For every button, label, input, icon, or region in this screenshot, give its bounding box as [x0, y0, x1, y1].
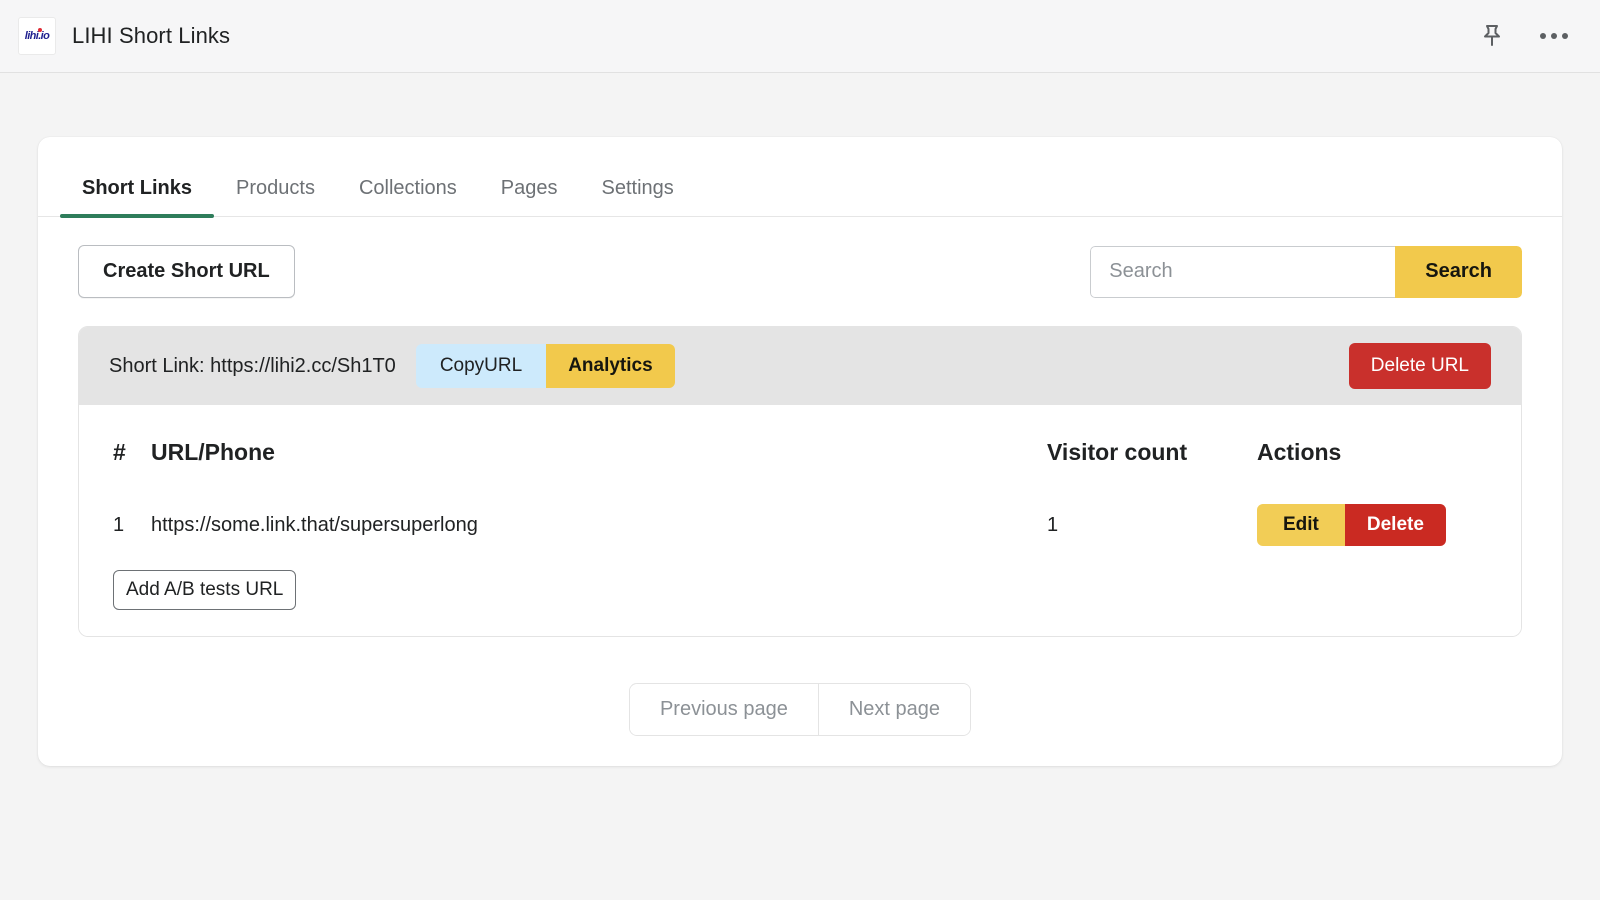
tab-settings[interactable]: Settings: [580, 177, 696, 216]
page-body: Short Links Products Collections Pages S…: [0, 73, 1600, 766]
tab-pages[interactable]: Pages: [479, 177, 580, 216]
short-link-actions: CopyURL Analytics: [415, 344, 675, 388]
edit-button[interactable]: Edit: [1257, 504, 1345, 546]
delete-button[interactable]: Delete: [1344, 504, 1446, 546]
header-url: URL/Phone: [151, 439, 275, 465]
url-table-body: 1 https://some.link.that/supersuperlong …: [113, 504, 1487, 570]
analytics-button[interactable]: Analytics: [546, 344, 675, 388]
dot: [1540, 33, 1546, 39]
pager-group: Previous page Next page: [628, 683, 972, 736]
url-table: # URL/Phone Visitor count Actions 1 http…: [113, 439, 1487, 570]
more-horizontal-icon[interactable]: [1538, 20, 1570, 52]
tab-products[interactable]: Products: [214, 177, 337, 216]
header-actions: Actions: [1257, 439, 1342, 465]
header-index: #: [113, 439, 126, 465]
search-group: Search: [1090, 245, 1522, 298]
pin-icon[interactable]: [1476, 20, 1508, 52]
more-dots: [1540, 33, 1568, 39]
dot: [1551, 33, 1557, 39]
cell-actions: Edit Delete: [1257, 504, 1487, 570]
search-button[interactable]: Search: [1395, 245, 1522, 298]
next-page-button[interactable]: Next page: [817, 684, 971, 735]
toolbar: Create Short URL Search: [38, 217, 1562, 298]
tab-short-links[interactable]: Short Links: [60, 177, 215, 218]
delete-url-button[interactable]: Delete URL: [1348, 343, 1491, 389]
dot: [1562, 33, 1568, 39]
app-bar-left: lihi.io LIHI Short Links: [18, 17, 230, 55]
previous-page-button[interactable]: Previous page: [629, 684, 818, 735]
tab-collections[interactable]: Collections: [337, 177, 479, 216]
page-title: LIHI Short Links: [72, 23, 231, 48]
add-ab-tests-url-button[interactable]: Add A/B tests URL: [113, 570, 297, 610]
header-visitor-count: Visitor count: [1047, 439, 1188, 465]
short-link-url-label: Short Link: https://lihi2.cc/Sh1T0: [109, 354, 396, 377]
short-link-block: Short Link: https://lihi2.cc/Sh1T0 CopyU…: [78, 326, 1522, 637]
search-input[interactable]: [1090, 245, 1396, 298]
main-card: Short Links Products Collections Pages S…: [38, 137, 1562, 766]
cell-index: 1: [113, 513, 125, 536]
row-action-group: Edit Delete: [1257, 504, 1446, 546]
table-header-row: # URL/Phone Visitor count Actions: [113, 439, 1487, 504]
app-bar: lihi.io LIHI Short Links: [0, 0, 1600, 73]
logo-accent-dot: [38, 27, 43, 32]
pagination: Previous page Next page: [38, 683, 1562, 736]
cell-visitor-count: 1: [1047, 513, 1059, 536]
short-link-header: Short Link: https://lihi2.cc/Sh1T0 CopyU…: [79, 327, 1521, 405]
copy-url-button[interactable]: CopyURL: [415, 344, 547, 388]
create-short-url-button[interactable]: Create Short URL: [78, 245, 295, 298]
cell-url: https://some.link.that/supersuperlong: [151, 513, 478, 536]
app-bar-right: [1476, 20, 1570, 52]
url-table-container: # URL/Phone Visitor count Actions 1 http…: [79, 405, 1521, 636]
app-logo: lihi.io: [18, 17, 56, 55]
app-logo-text: lihi.io: [24, 27, 50, 42]
table-row: 1 https://some.link.that/supersuperlong …: [113, 504, 1487, 570]
tab-bar: Short Links Products Collections Pages S…: [38, 137, 1562, 218]
url-table-head: # URL/Phone Visitor count Actions: [113, 439, 1487, 504]
